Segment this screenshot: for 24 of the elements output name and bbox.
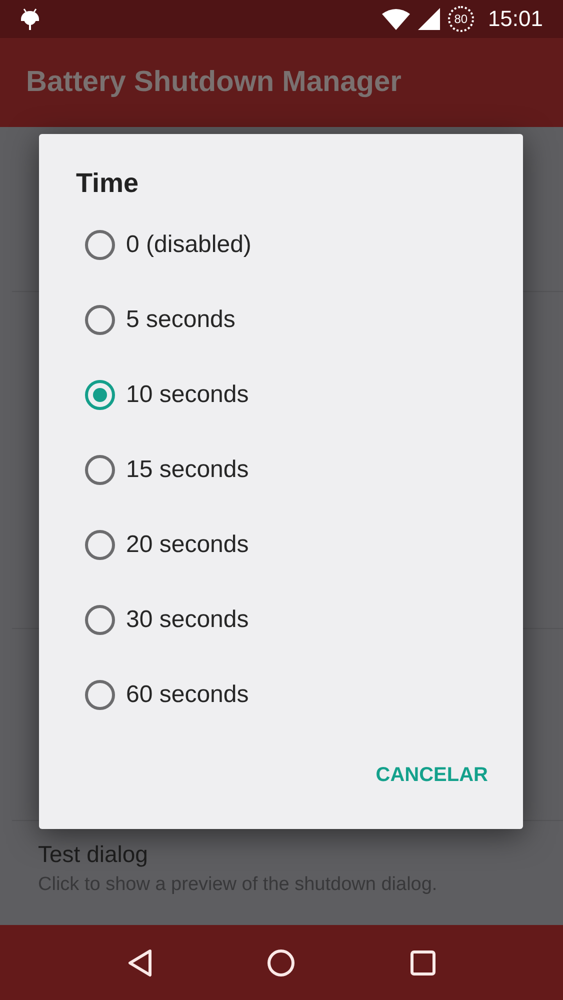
option-label[interactable]: 5 seconds: [126, 306, 236, 334]
radio-button[interactable]: [85, 530, 115, 560]
option-label[interactable]: 60 seconds: [126, 680, 249, 708]
radio-button[interactable]: [85, 454, 115, 484]
android-icon: [20, 7, 40, 31]
recents-icon[interactable]: [410, 950, 436, 976]
option-label[interactable]: 0 (disabled): [126, 230, 252, 258]
radio-button[interactable]: [85, 380, 115, 410]
battery-level: 80: [448, 6, 474, 32]
option-label[interactable]: 30 seconds: [126, 606, 249, 634]
signal-icon: [418, 8, 440, 30]
dialog-title: Time: [76, 168, 140, 199]
clock: 15:01: [488, 6, 543, 32]
radio-button[interactable]: [85, 230, 115, 260]
radio-button[interactable]: [85, 680, 115, 710]
home-icon[interactable]: [267, 948, 296, 976]
radio-button[interactable]: [85, 604, 115, 634]
radio-button[interactable]: [85, 304, 115, 334]
option-label[interactable]: 10 seconds: [126, 380, 249, 408]
wifi-icon: [382, 8, 410, 30]
back-icon[interactable]: [127, 948, 154, 976]
option-label[interactable]: 20 seconds: [126, 530, 249, 558]
app-title: Battery Shutdown Manager: [26, 66, 402, 99]
option-label[interactable]: 15 seconds: [126, 456, 249, 484]
